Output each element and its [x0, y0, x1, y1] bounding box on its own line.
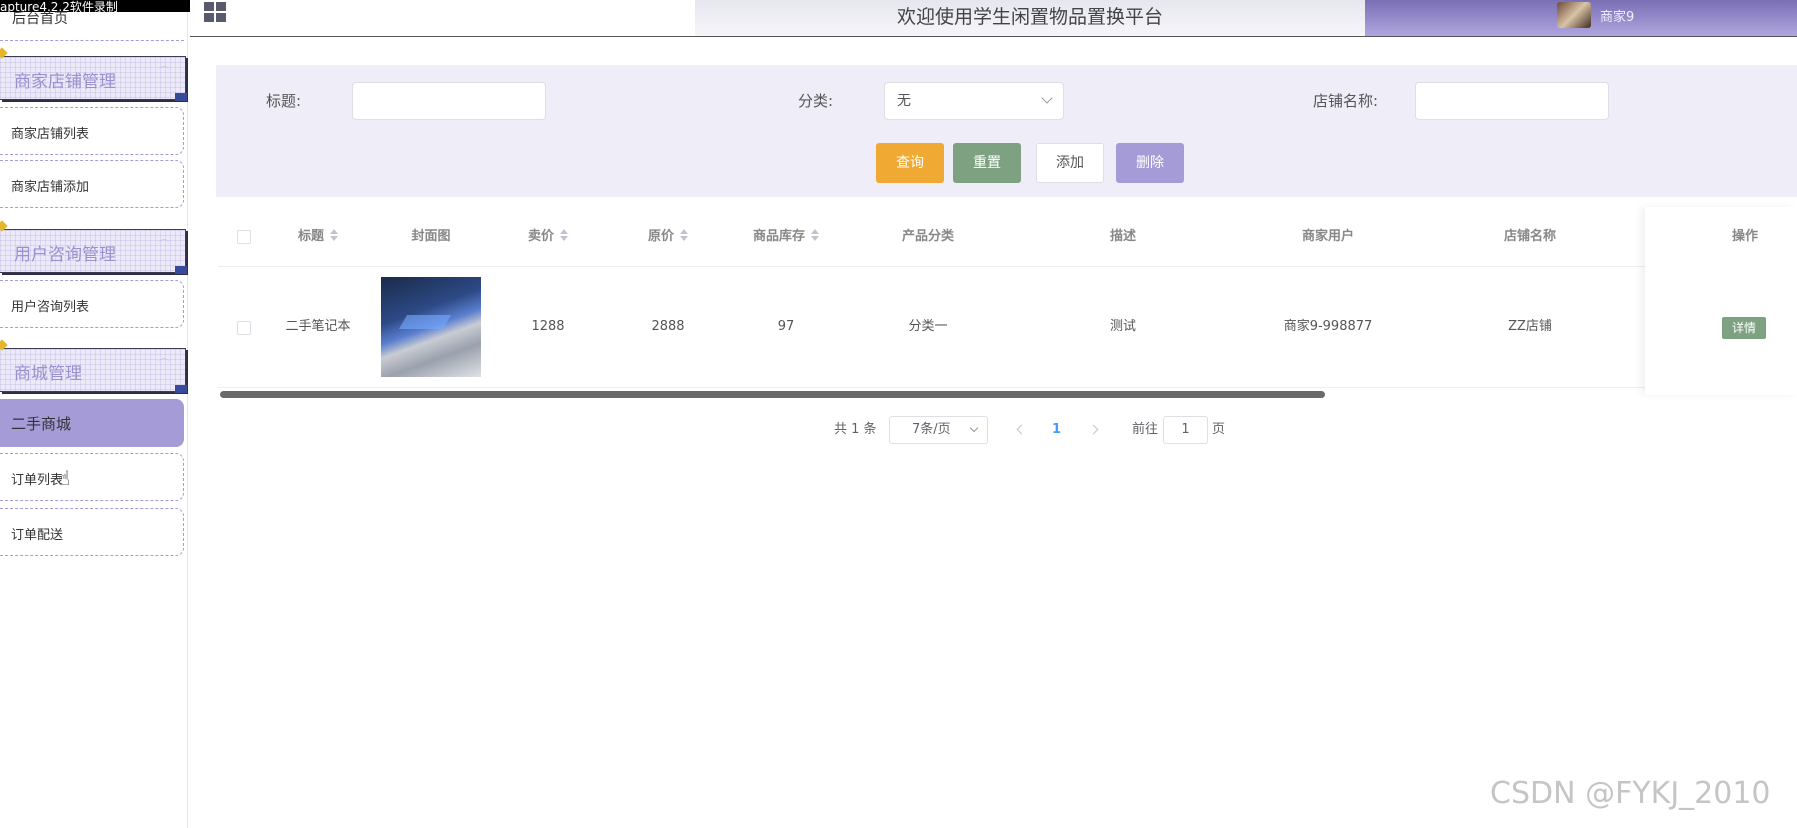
cell-description: 测试	[1109, 319, 1136, 334]
cell-title: 二手笔记本	[285, 319, 351, 334]
sidebar-item-label: 用户咨询列表	[11, 300, 90, 315]
cell-original-price: 2888	[651, 319, 685, 334]
avatar[interactable]	[1557, 2, 1591, 28]
sort-icon[interactable]	[330, 229, 338, 241]
chevron-down-icon	[969, 423, 979, 433]
cell-sale-price: 1288	[531, 319, 565, 334]
shop-filter-label: 店铺名称:	[1313, 92, 1379, 110]
goto-label: 前往	[1132, 422, 1159, 437]
sidebar-group-label: 用户咨询管理	[14, 245, 116, 265]
category-select[interactable]: 无	[884, 82, 1064, 120]
shop-filter-input[interactable]	[1415, 82, 1609, 120]
column-header-description: 描述	[1109, 229, 1136, 244]
column-header-actions: 操作	[1731, 229, 1758, 244]
sidebar-group-label: 商城管理	[14, 364, 82, 384]
pagination-total: 共 1 条	[834, 422, 877, 437]
next-page-icon[interactable]	[1088, 424, 1099, 435]
corner-icon: ⌒	[159, 359, 169, 370]
fold-icon	[175, 93, 187, 101]
fold-icon	[175, 385, 187, 393]
sort-icon[interactable]	[680, 229, 688, 241]
column-header-label: 卖价	[527, 229, 554, 244]
pin-icon	[0, 47, 8, 59]
sidebar-item-order-delivery[interactable]: 订单配送	[0, 508, 184, 556]
column-header-label: 标题	[297, 229, 324, 244]
column-header-sale-price[interactable]: 卖价	[488, 207, 608, 267]
prev-page-icon[interactable]	[1016, 424, 1027, 435]
username[interactable]: 商家9	[1600, 6, 1634, 25]
title-filter-label: 标题:	[266, 92, 302, 110]
sidebar-item-label: 订单配送	[11, 528, 64, 543]
sidebar-item-shop-add[interactable]: 商家店铺添加	[0, 160, 184, 208]
csdn-watermark: CSDN @FYKJ_2010	[1490, 776, 1771, 811]
row-divider	[218, 387, 1797, 388]
cell-stock: 97	[777, 319, 795, 334]
search-panel: 标题: 分类: 无 店铺名称: 查询 重置 添加 删除	[216, 65, 1797, 197]
column-header-label: 原价	[647, 229, 674, 244]
corner-icon: ⌒	[159, 240, 169, 251]
sidebar-group-mall-management[interactable]: 商城管理 ⌒	[0, 339, 187, 393]
sidebar-group-consult-management[interactable]: 用户咨询管理 ⌒	[0, 220, 187, 274]
category-filter-label: 分类:	[798, 92, 834, 110]
sidebar-item-label: 商家店铺列表	[11, 127, 90, 142]
page-suffix: 页	[1212, 422, 1226, 437]
sort-icon[interactable]	[560, 229, 568, 241]
add-button[interactable]: 添加	[1036, 143, 1104, 183]
delete-button[interactable]: 删除	[1116, 143, 1184, 183]
cover-image[interactable]	[381, 277, 481, 377]
column-header-merchant: 商家用户	[1301, 229, 1354, 244]
header-title-area: 欢迎使用学生闲置物品置换平台	[695, 0, 1365, 36]
goto-page-input[interactable]: 1	[1163, 416, 1208, 444]
chevron-down-icon	[1041, 92, 1053, 104]
column-header-category: 产品分类	[901, 229, 954, 244]
detail-button[interactable]: 详情	[1722, 317, 1766, 339]
pin-icon	[0, 220, 8, 232]
page-size-value: 7条/页	[912, 422, 951, 437]
cell-shop: ZZ店铺	[1508, 319, 1552, 334]
horizontal-scrollbar[interactable]	[220, 391, 1325, 398]
sidebar-item-order-list[interactable]: 订单列表	[0, 453, 184, 501]
sort-icon[interactable]	[811, 229, 819, 241]
page-number-current[interactable]: 1	[1052, 416, 1061, 444]
sidebar-item-second-hand-mall[interactable]: 二手商城	[0, 399, 184, 447]
top-header: 欢迎使用学生闲置物品置换平台 商家9	[190, 0, 1797, 37]
sidebar-item-consult-list[interactable]: 用户咨询列表	[0, 280, 184, 328]
cell-merchant: 商家9-998877	[1283, 319, 1373, 334]
select-all-checkbox[interactable]	[237, 230, 251, 244]
corner-icon: ⌒	[159, 67, 169, 78]
sidebar: 后台首页 apture4.2.2软件录制 商家店铺管理 ⌒ 商家店铺列表 商家店…	[0, 0, 190, 828]
laptop-glow	[398, 315, 452, 329]
sidebar-item-label: 二手商城	[11, 415, 72, 433]
column-header-original-price[interactable]: 原价	[608, 207, 728, 267]
reset-button[interactable]: 重置	[953, 143, 1021, 183]
title-filter-input[interactable]	[352, 82, 546, 120]
menu-grid-icon[interactable]	[204, 2, 228, 24]
cell-category: 分类一	[908, 319, 948, 334]
sidebar-item-shop-list[interactable]: 商家店铺列表	[0, 107, 184, 155]
column-header-label: 商品库存	[752, 229, 805, 244]
sidebar-item-label: 商家店铺添加	[11, 180, 90, 195]
sidebar-group-shop-management[interactable]: 商家店铺管理 ⌒	[0, 47, 187, 101]
mouse-cursor-icon: ☝	[58, 466, 71, 490]
query-button[interactable]: 查询	[876, 143, 944, 183]
row-checkbox[interactable]	[237, 321, 251, 335]
actions-column: 操作	[1645, 207, 1797, 395]
column-header-cover: 封面图	[411, 229, 451, 244]
column-header-shop: 店铺名称	[1503, 229, 1556, 244]
page-size-select[interactable]: 7条/页	[889, 416, 988, 444]
sidebar-group-label: 商家店铺管理	[14, 72, 116, 92]
category-select-value: 无	[897, 93, 911, 109]
capture-watermark: apture4.2.2软件录制	[0, 0, 118, 14]
column-header-stock[interactable]: 商品库存	[726, 207, 846, 267]
user-area[interactable]: 商家9	[1365, 0, 1797, 36]
fold-icon	[175, 266, 187, 274]
sidebar-item-label: 订单列表	[11, 473, 64, 488]
column-header-title[interactable]: 标题	[263, 207, 373, 267]
pin-icon	[0, 339, 8, 351]
page-title: 欢迎使用学生闲置物品置换平台	[896, 6, 1163, 28]
